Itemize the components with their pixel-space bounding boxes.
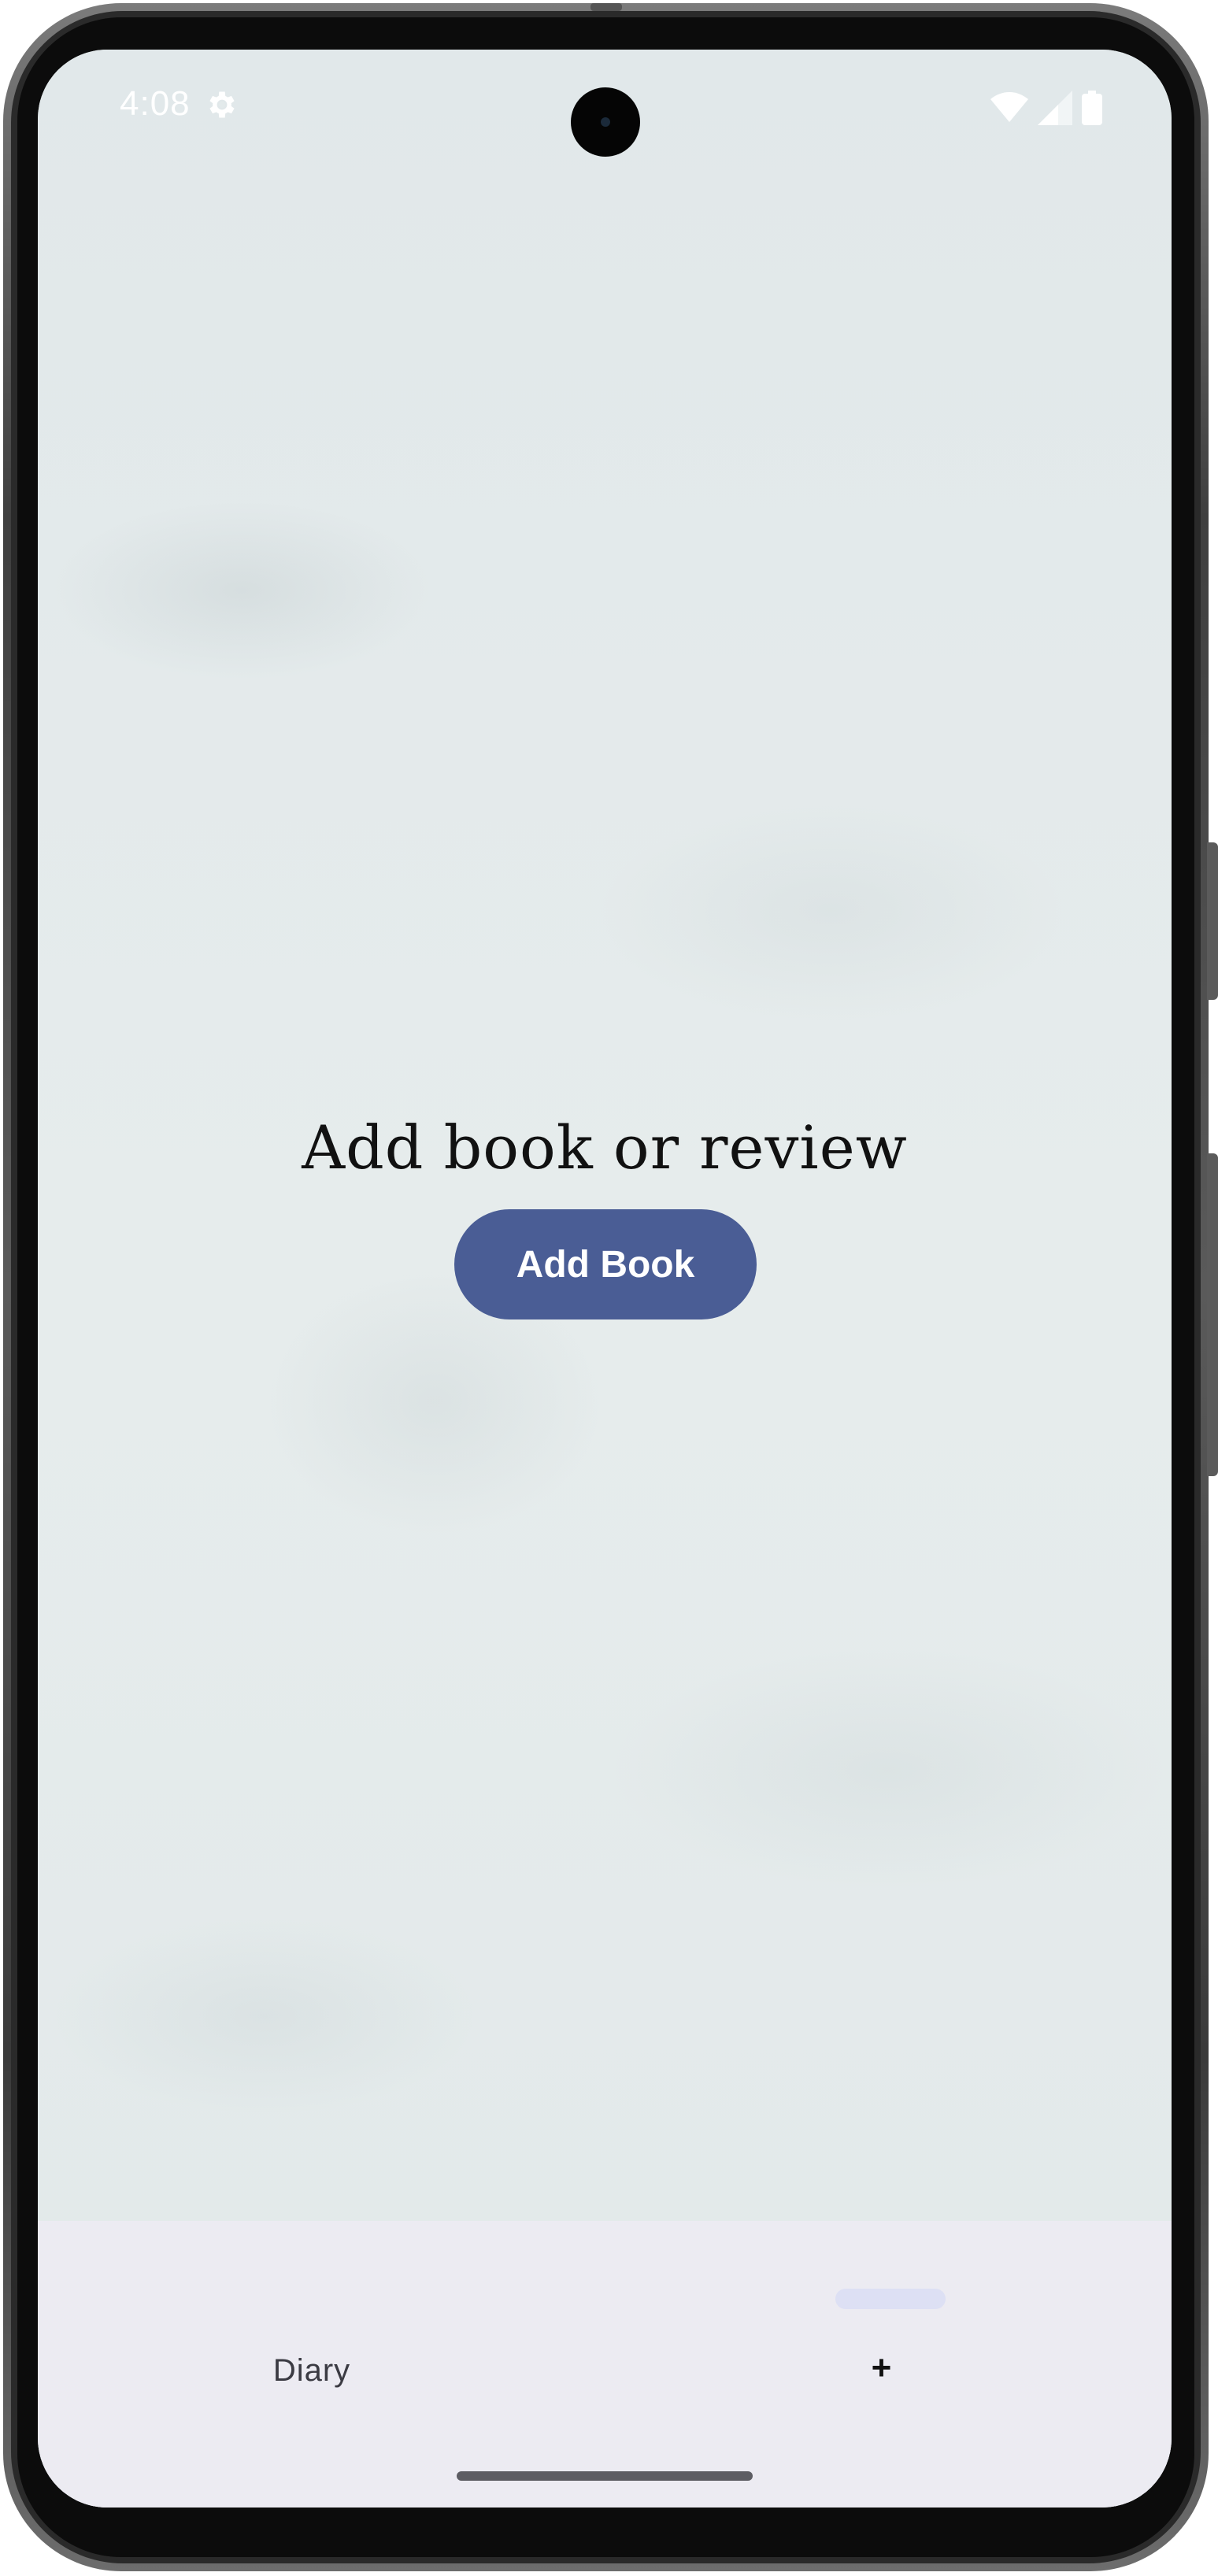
add-book-button[interactable]: Add Book [454, 1209, 757, 1319]
settings-gear-icon [209, 91, 235, 118]
page-title: Add book or review [302, 1112, 908, 1183]
screen: 4:08 Add book or review Add Book Diary + [38, 50, 1172, 2508]
bottom-navigation: Diary + [38, 2221, 1172, 2508]
cell-signal-icon [1038, 91, 1072, 125]
phone-device: 4:08 Add book or review Add Book Diary + [0, 0, 1218, 2576]
device-top-seam [590, 3, 622, 11]
nav-item-label: + [871, 2348, 893, 2387]
nav-item-diary[interactable]: Diary [38, 2221, 605, 2410]
volume-button [1207, 1153, 1218, 1476]
power-button [1207, 842, 1218, 1000]
nav-item-label: Diary [272, 2353, 351, 2388]
status-bar: 4:08 [38, 50, 1172, 160]
wifi-icon [990, 92, 1028, 122]
nav-active-indicator [835, 2289, 946, 2309]
status-time: 4:08 [120, 84, 191, 123]
home-gesture-bar[interactable] [457, 2471, 753, 2481]
status-icons [990, 91, 1102, 125]
front-camera [571, 87, 640, 157]
battery-icon [1082, 91, 1102, 125]
nav-item-add[interactable]: + [605, 2221, 1172, 2410]
